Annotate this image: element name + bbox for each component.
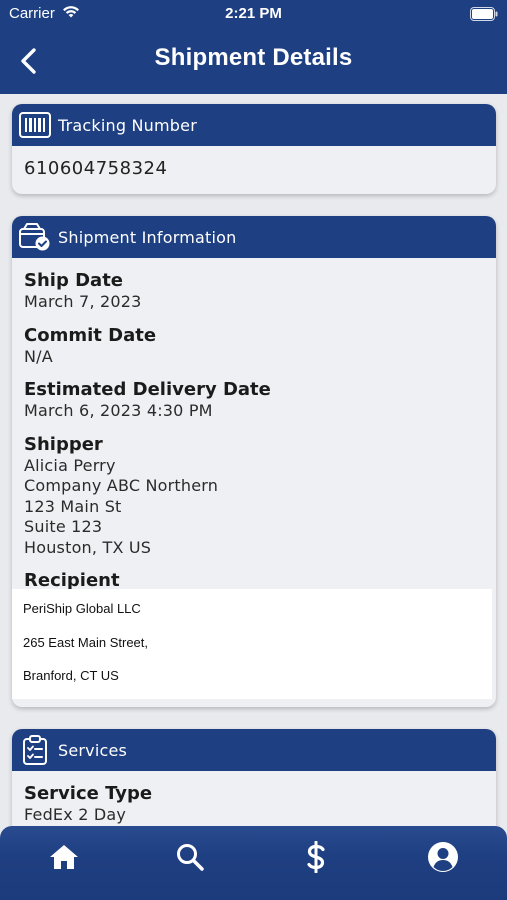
shipment-info-title: Shipment Information — [58, 227, 237, 247]
tracking-card-title: Tracking Number — [58, 115, 197, 135]
package-check-icon — [18, 222, 52, 252]
status-bar: Carrier 2:21 PM — [0, 0, 507, 30]
service-type-label: Service Type — [24, 783, 153, 804]
service-type-field: Service Type FedEx 2 Day — [24, 783, 496, 826]
tab-search[interactable] — [170, 840, 210, 874]
tracking-card-header: Tracking Number — [12, 104, 496, 146]
recipient-company: PeriShip Global LLC — [23, 601, 141, 616]
app-header: Carrier 2:21 PM Shipment Details — [0, 0, 507, 94]
shipment-info-header: Shipment Information — [12, 216, 496, 258]
services-header: Services — [12, 729, 496, 771]
estimated-delivery-field: Estimated Delivery Date March 6, 2023 4:… — [24, 379, 496, 422]
shipper-company: Company ABC Northern — [24, 476, 219, 495]
home-icon — [50, 845, 78, 869]
navigation-bar: Shipment Details — [0, 30, 507, 94]
ship-date-value: March 7, 2023 — [24, 292, 142, 311]
bottom-tab-bar — [0, 826, 507, 900]
clipboard-list-icon — [18, 735, 52, 765]
search-icon — [177, 844, 204, 871]
ship-date-label: Ship Date — [24, 270, 123, 291]
services-body: Service Type FedEx 2 Day — [12, 771, 496, 826]
recipient-street: 265 East Main Street, — [23, 634, 149, 650]
shipper-field: Shipper Alicia Perry Company ABC Norther… — [24, 434, 496, 559]
shipper-city: Houston, TX US — [24, 537, 152, 557]
shipper-street: 123 Main St — [24, 496, 122, 516]
status-time: 2:21 PM — [225, 5, 282, 22]
user-circle-icon — [428, 842, 458, 872]
shipment-info-body: Ship Date March 7, 2023 Commit Date N/A … — [12, 258, 496, 592]
tracking-number-card: Tracking Number 610604758324 — [12, 104, 496, 194]
ship-date-field: Ship Date March 7, 2023 — [24, 270, 496, 313]
commit-date-label: Commit Date — [24, 324, 157, 346]
tracking-number-value: 610604758324 — [24, 158, 168, 179]
shipper-suite: Suite 123 — [24, 517, 103, 536]
commit-date-value: N/A — [24, 346, 53, 366]
tab-profile[interactable] — [423, 840, 463, 874]
dollar-icon — [307, 841, 325, 873]
estimated-delivery-label: Estimated Delivery Date — [24, 379, 271, 400]
services-title: Services — [58, 740, 128, 760]
recipient-city: Branford, CT US — [23, 668, 119, 683]
shipper-name: Alicia Perry — [24, 455, 116, 475]
recipient-address: PeriShip Global LLC 265 East Main Street… — [12, 589, 492, 699]
shipment-information-card: Shipment Information Ship Date March 7, … — [12, 216, 496, 707]
battery-icon — [470, 7, 498, 26]
barcode-icon — [18, 110, 52, 140]
tab-billing[interactable] — [296, 840, 336, 874]
tab-home[interactable] — [44, 840, 84, 874]
commit-date-field: Commit Date N/A — [24, 325, 496, 368]
page-title: Shipment Details — [154, 44, 353, 71]
estimated-delivery-value: March 6, 2023 4:30 PM — [24, 401, 213, 420]
shipper-label: Shipper — [24, 433, 103, 455]
service-type-value: FedEx 2 Day — [24, 805, 127, 824]
